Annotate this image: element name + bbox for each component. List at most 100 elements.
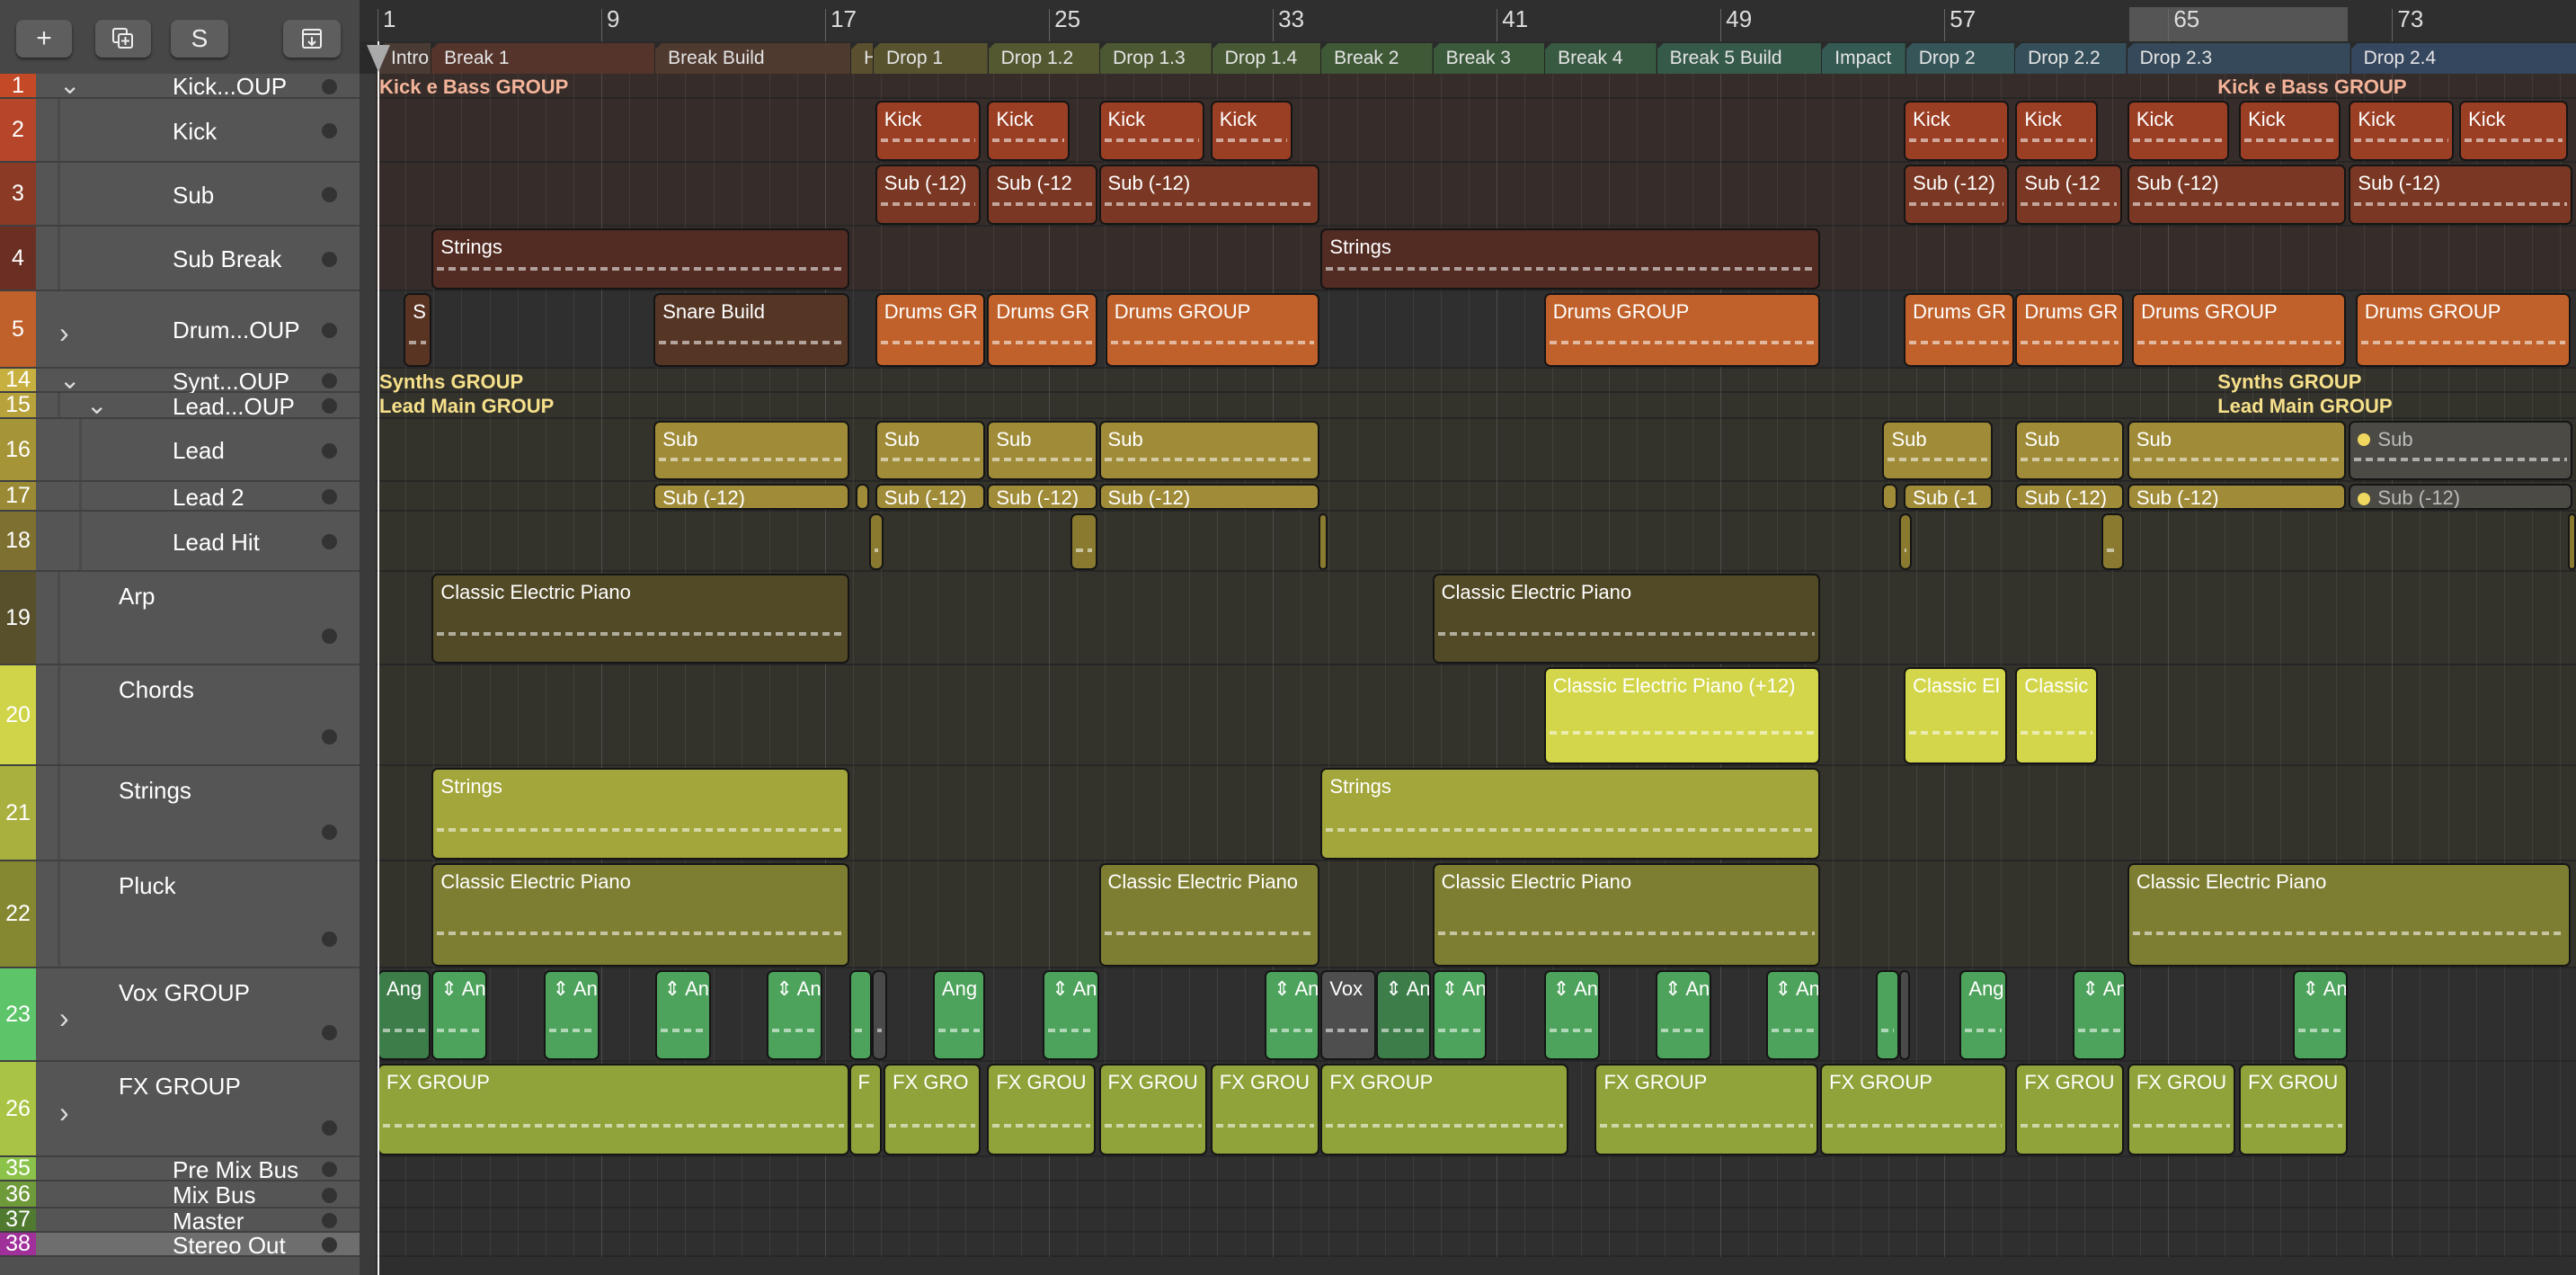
region[interactable]: Classic Electric Piano (1432, 574, 1821, 664)
track-name[interactable]: Arp (119, 583, 155, 611)
region[interactable]: ⇕ An (2293, 970, 2348, 1060)
region[interactable]: Sub (987, 421, 1097, 480)
region[interactable]: Sub (-12) (2127, 484, 2346, 510)
region[interactable]: ⇕ An (1376, 970, 1431, 1060)
region[interactable]: ⇕ An (1543, 970, 1601, 1060)
track-lane[interactable] (360, 665, 2576, 766)
region[interactable]: ⇕ An (1656, 970, 1712, 1060)
region[interactable]: Kick (2015, 101, 2098, 161)
region[interactable] (868, 513, 884, 570)
region[interactable]: Drums GROUP (1543, 293, 1821, 367)
track-header-lead-oup[interactable]: 15 Lead...OUP ⌄ (0, 390, 360, 421)
region[interactable]: F (848, 1064, 883, 1155)
region[interactable]: Kick (2349, 101, 2455, 161)
solo-button[interactable]: S (171, 20, 228, 58)
record-enable-icon[interactable] (322, 322, 337, 338)
region[interactable]: Sub (-12) (2127, 165, 2346, 225)
region[interactable]: Vox (1320, 970, 1377, 1060)
track-header-vox-group[interactable]: 23 Vox GROUP › (0, 968, 360, 1062)
region[interactable]: Drums GROUP (1105, 293, 1319, 367)
chevron-down-icon[interactable]: ⌄ (59, 365, 80, 395)
track-name[interactable]: Pluck (119, 872, 176, 900)
track-name[interactable]: Lead 2 (173, 484, 244, 512)
region[interactable]: Kick (1210, 101, 1293, 161)
region[interactable]: Sub (-12 (2015, 165, 2123, 225)
record-enable-icon[interactable] (322, 187, 337, 202)
duplicate-track-button[interactable] (95, 20, 151, 58)
region[interactable]: FX GROUP (378, 1064, 849, 1155)
marker-drop-2-3[interactable]: Drop 2.3 (2126, 43, 2350, 74)
region[interactable]: Sub (-12) (2349, 484, 2573, 510)
region[interactable] (1318, 513, 1328, 570)
region[interactable]: Drums GR (2015, 293, 2125, 367)
chevron-right-icon[interactable]: › (59, 1002, 69, 1035)
region[interactable]: Classic El (1904, 667, 2008, 764)
marker-drop-2-4[interactable]: Drop 2.4 (2349, 43, 2576, 74)
track-name[interactable]: Sub Break (173, 245, 281, 273)
region[interactable]: Sub (-12) (987, 484, 1097, 510)
track-lane[interactable] (360, 512, 2576, 572)
region[interactable]: Classic Electric Piano (1432, 863, 1821, 967)
tracks-area[interactable]: Kick e Bass GROUP Kick e Bass GROUP Kick Ki… (360, 74, 2576, 1275)
region[interactable]: S (404, 293, 432, 367)
cycle-region[interactable] (2128, 7, 2348, 41)
track-lane[interactable] (360, 1208, 2576, 1233)
region[interactable]: Kick (875, 101, 981, 161)
region[interactable]: FX GROUP (1320, 1064, 1569, 1155)
track-header-pre-mix-bus[interactable]: 35 Pre Mix Bus (0, 1155, 360, 1184)
record-enable-icon[interactable] (322, 629, 337, 644)
record-enable-icon[interactable] (322, 398, 337, 414)
region[interactable]: ⇕ An (1765, 970, 1821, 1060)
track-header-lead-2[interactable]: 17 Lead 2 (0, 482, 360, 512)
region[interactable]: ⇕ An (1265, 970, 1319, 1060)
record-enable-icon[interactable] (322, 1120, 337, 1136)
region[interactable]: Drums GR (875, 293, 986, 367)
region[interactable]: Drums GROUP (2355, 293, 2572, 367)
track-name[interactable]: Chords (119, 676, 194, 704)
record-enable-icon[interactable] (322, 78, 337, 94)
region[interactable]: Drums GROUP (2132, 293, 2346, 367)
track-header-sub[interactable]: 3 Sub (0, 163, 360, 227)
track-name[interactable]: Stereo Out (173, 1232, 286, 1260)
region[interactable]: ⇕ An (2073, 970, 2126, 1060)
region[interactable] (1070, 513, 1097, 570)
bar-ruler[interactable]: 1 9 17 25 33 41 49 57 65 73 (360, 0, 2576, 42)
region[interactable]: Classic Electric Piano (1098, 863, 1319, 967)
record-enable-icon[interactable] (322, 1187, 337, 1203)
track-name[interactable]: Strings (119, 777, 191, 805)
region[interactable] (1876, 970, 1899, 1060)
chevron-right-icon[interactable]: › (59, 317, 69, 350)
track-name[interactable]: Pre Mix Bus (173, 1156, 298, 1184)
region[interactable]: Sub (-1 (1904, 484, 1993, 510)
track-name[interactable]: Lead...OUP (173, 393, 295, 421)
track-name[interactable]: Sub (173, 182, 214, 210)
track-header-mix-bus[interactable]: 36 Mix Bus (0, 1181, 360, 1208)
region[interactable] (1882, 484, 1897, 510)
region[interactable]: Sub (2127, 421, 2346, 480)
region[interactable]: FX GROU (987, 1064, 1096, 1155)
track-name[interactable]: Lead Hit (173, 529, 260, 557)
playhead-handle-icon[interactable] (367, 45, 390, 72)
track-name[interactable]: Lead (173, 437, 225, 465)
record-enable-icon[interactable] (322, 1162, 337, 1177)
region[interactable]: Sub (2349, 421, 2573, 480)
track-header-kick[interactable]: 2 Kick (0, 99, 360, 163)
region[interactable]: Ang (932, 970, 986, 1060)
region[interactable]: Ang (378, 970, 431, 1060)
region[interactable]: ⇕ An (654, 970, 712, 1060)
marker-break-2[interactable]: Break 2 (1320, 43, 1433, 74)
region[interactable]: Sub (875, 421, 986, 480)
region[interactable]: FX GROUP (1820, 1064, 2008, 1155)
region[interactable]: Sub (-12) (1098, 484, 1319, 510)
region[interactable]: Kick (2239, 101, 2341, 161)
record-enable-icon[interactable] (322, 489, 337, 504)
marker-break-5-build[interactable]: Break 5 Build (1656, 43, 1822, 74)
record-enable-icon[interactable] (322, 729, 337, 744)
marker-h[interactable]: H (850, 43, 873, 74)
track-header-strings[interactable]: 21 Strings (0, 766, 360, 861)
chevron-down-icon[interactable]: ⌄ (86, 390, 107, 420)
region[interactable]: Strings (1320, 768, 1821, 860)
region[interactable]: FX GROU (2015, 1064, 2125, 1155)
region[interactable]: Classic Electric Piano (431, 863, 849, 967)
region[interactable]: ⇕ An (1432, 970, 1487, 1060)
